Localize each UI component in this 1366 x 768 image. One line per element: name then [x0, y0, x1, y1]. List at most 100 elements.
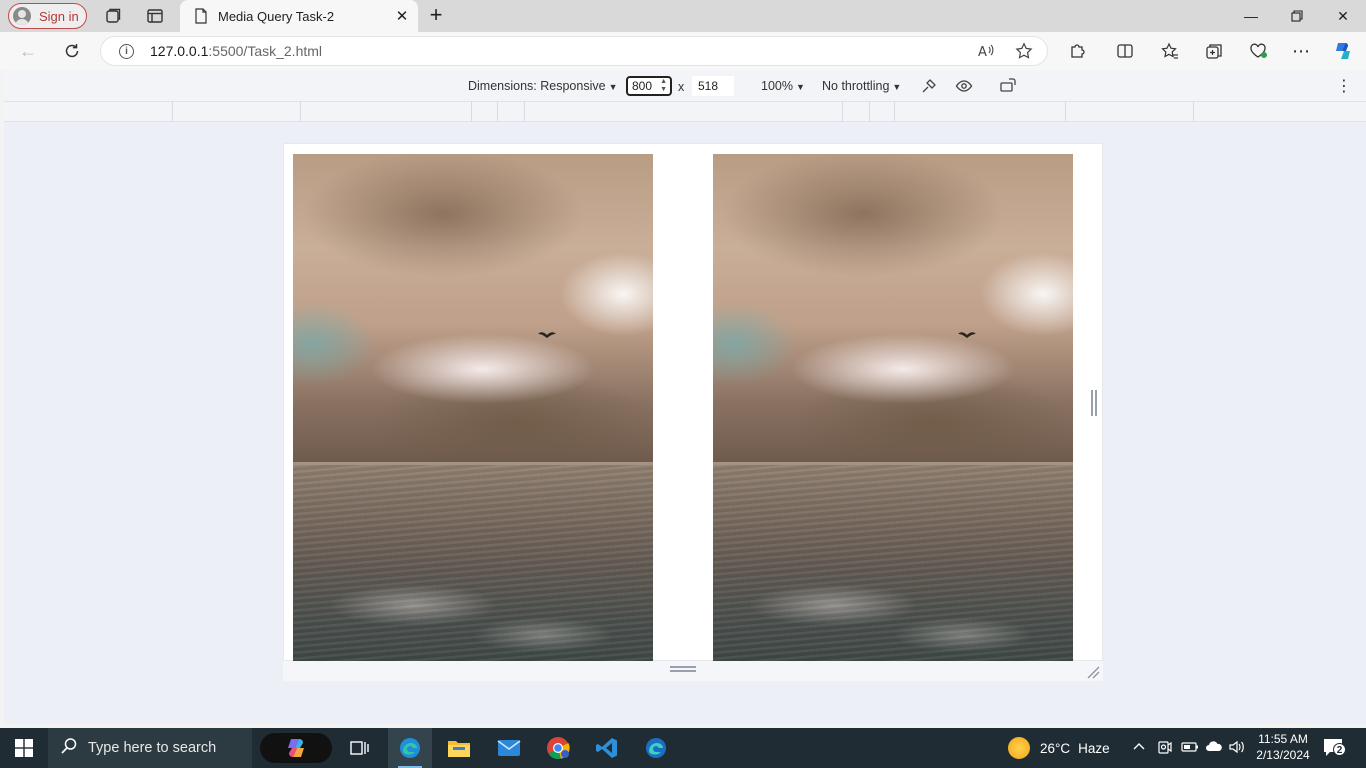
workspaces-icon[interactable]: [103, 6, 123, 26]
onedrive-icon[interactable]: [1205, 739, 1223, 756]
zoom-label: 100%: [761, 79, 793, 93]
haze-sun-icon: [1008, 737, 1030, 759]
close-tab-icon[interactable]: ✕: [392, 7, 412, 25]
chevron-down-icon: ▼: [795, 82, 805, 92]
sea: [293, 465, 653, 661]
new-tab-button[interactable]: +: [424, 4, 448, 28]
split-screen-icon[interactable]: [1114, 41, 1136, 61]
edge-dev-taskbar-app[interactable]: [634, 728, 678, 768]
throttling-dropdown[interactable]: No throttling ▼: [822, 79, 901, 93]
url-text: 127.0.0.1:5500/Task_2.html: [150, 43, 322, 59]
search-icon: [60, 737, 78, 760]
chevron-down-icon: ▼: [892, 82, 902, 92]
extensions-icon[interactable]: [1066, 41, 1088, 61]
stepper-icon[interactable]: ▲ ▼: [660, 78, 667, 94]
clock-date: 2/13/2024: [1256, 748, 1310, 762]
throttling-label: No throttling: [822, 79, 890, 93]
bird-icon: [538, 332, 556, 338]
battery-icon[interactable]: [1181, 739, 1199, 758]
tab-title: Media Query Task-2: [218, 8, 335, 24]
mail-icon: [497, 740, 521, 756]
meet-now-icon[interactable]: [1157, 739, 1173, 758]
sign-in-label: Sign in: [39, 8, 79, 24]
sea-photo-right: [713, 154, 1073, 661]
clock-time: 11:55 AM: [1258, 732, 1308, 746]
edge-icon: [400, 738, 420, 758]
title-bar: Sign in Media Query Task-2 ✕ + — ✕: [0, 0, 1366, 32]
more-menu-icon[interactable]: ⋯: [1290, 41, 1312, 61]
rotate-icon[interactable]: [999, 77, 1017, 98]
dimensions-dropdown[interactable]: Dimensions: Responsive ▼: [468, 79, 617, 93]
refresh-icon[interactable]: [60, 40, 84, 62]
folder-icon: [448, 741, 470, 757]
notification-count: 2: [1333, 743, 1346, 756]
task-view-icon: [350, 741, 369, 755]
resize-height-handle[interactable]: [670, 666, 696, 672]
tab-media-query-task-2[interactable]: Media Query Task-2 ✕: [180, 0, 418, 32]
weather-desc: Haze: [1078, 740, 1110, 756]
collections-icon[interactable]: [1203, 41, 1225, 61]
task-view-button[interactable]: [338, 728, 382, 768]
edge-icon: [646, 738, 666, 758]
copilot-icon[interactable]: [1331, 39, 1355, 63]
browser-essentials-icon[interactable]: [1247, 41, 1269, 61]
emulated-page: [283, 143, 1103, 661]
more-options-icon[interactable]: ⋮: [1336, 76, 1352, 96]
vision-deficiency-icon[interactable]: [955, 77, 973, 98]
copilot-taskbar-button[interactable]: [260, 733, 332, 763]
sea: [713, 465, 1073, 661]
read-aloud-icon[interactable]: A: [977, 42, 995, 64]
chrome-taskbar-app[interactable]: [536, 728, 580, 768]
address-bar[interactable]: i 127.0.0.1:5500/Task_2.html A: [100, 36, 1048, 66]
windows-icon: [15, 739, 33, 757]
width-value: 800: [632, 79, 653, 93]
times-label: x: [678, 80, 685, 94]
chevron-down-icon: ▼: [608, 82, 618, 92]
address-toolbar: ← i 127.0.0.1:5500/Task_2.html A ⋯: [0, 32, 1366, 70]
taskbar: Type here to search 26°C Haze 11:55 AM 2…: [0, 728, 1366, 768]
url-path: :5500/Task_2.html: [208, 43, 323, 59]
chrome-icon: [547, 737, 570, 760]
viewport-stage: [4, 122, 1366, 724]
notifications-button[interactable]: 2: [1322, 737, 1346, 759]
site-info-icon[interactable]: i: [119, 43, 134, 59]
copilot-icon: [288, 739, 304, 757]
minimize-button[interactable]: —: [1228, 0, 1274, 32]
weather-temp: 26°C: [1040, 740, 1071, 756]
sky: [293, 154, 653, 464]
url-host: 127.0.0.1: [150, 43, 209, 59]
mail-taskbar-app[interactable]: [487, 728, 531, 768]
page-icon: [195, 8, 207, 24]
dimensions-label: Dimensions: Responsive: [468, 79, 606, 93]
sensor-icon[interactable]: [920, 77, 938, 98]
sea-photo-left: [293, 154, 653, 661]
sky: [713, 154, 1073, 464]
sign-in-button[interactable]: Sign in: [8, 3, 87, 29]
restore-button[interactable]: [1274, 0, 1320, 32]
svg-text:A: A: [978, 45, 987, 60]
back-icon[interactable]: ←: [16, 40, 40, 62]
favorites-icon[interactable]: [1159, 41, 1181, 61]
start-button[interactable]: [0, 728, 48, 768]
taskbar-search[interactable]: Type here to search: [48, 728, 252, 768]
clock[interactable]: 11:55 AM 2/13/2024: [1252, 731, 1314, 763]
device-toolbar: Dimensions: Responsive ▼ 800 ▲ ▼ x 518 100%…: [4, 70, 1366, 102]
vscode-taskbar-app[interactable]: [585, 728, 629, 768]
bird-icon: [958, 332, 976, 338]
vertical-tabs-icon[interactable]: [145, 6, 165, 26]
vscode-icon: [596, 738, 617, 758]
height-input[interactable]: 518: [692, 76, 734, 96]
zoom-dropdown[interactable]: 100% ▼: [761, 79, 805, 93]
show-hidden-icons-icon[interactable]: [1132, 739, 1146, 756]
width-input[interactable]: 800 ▲ ▼: [626, 76, 672, 96]
weather-widget[interactable]: 26°C Haze: [1008, 728, 1110, 768]
profile-icon: [13, 7, 31, 25]
volume-icon[interactable]: [1228, 739, 1246, 758]
resize-width-handle[interactable]: [1091, 390, 1097, 416]
media-query-bar[interactable]: [4, 102, 1366, 122]
close-window-button[interactable]: ✕: [1320, 0, 1366, 32]
edge-taskbar-app[interactable]: [388, 728, 432, 768]
resize-corner-icon[interactable]: [1086, 665, 1100, 679]
file-explorer-taskbar-app[interactable]: [437, 728, 481, 768]
favorite-star-icon[interactable]: [1015, 42, 1033, 64]
